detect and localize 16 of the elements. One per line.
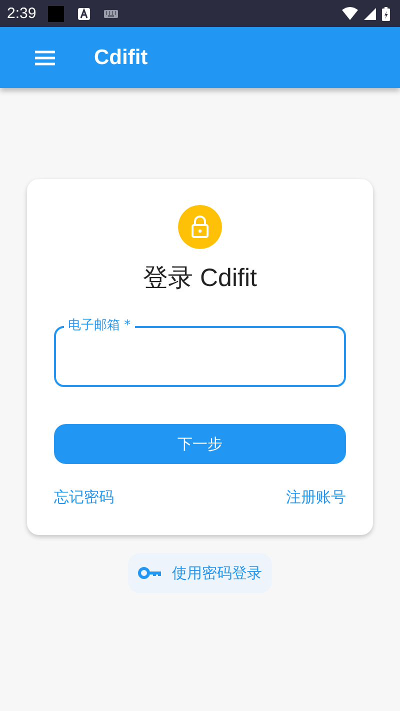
next-button[interactable]: 下一步 — [54, 424, 346, 464]
app-title: Cdifit — [94, 46, 148, 70]
forgot-password-link[interactable]: 忘记密码 — [54, 488, 114, 507]
wifi-icon — [342, 7, 358, 20]
email-field[interactable]: 电子邮箱 * — [54, 318, 346, 387]
login-title: 登录 Cdifit — [143, 263, 257, 294]
register-link[interactable]: 注册账号 — [286, 488, 346, 507]
keyboard-icon — [104, 10, 118, 18]
app-icon — [78, 8, 90, 20]
signal-icon — [364, 8, 376, 20]
key-icon — [138, 567, 162, 579]
password-login-button[interactable]: 使用密码登录 — [128, 553, 272, 593]
menu-icon[interactable] — [34, 50, 56, 66]
battery-icon — [382, 6, 390, 20]
lock-icon — [178, 205, 222, 249]
status-time: 2:39 — [7, 5, 36, 22]
